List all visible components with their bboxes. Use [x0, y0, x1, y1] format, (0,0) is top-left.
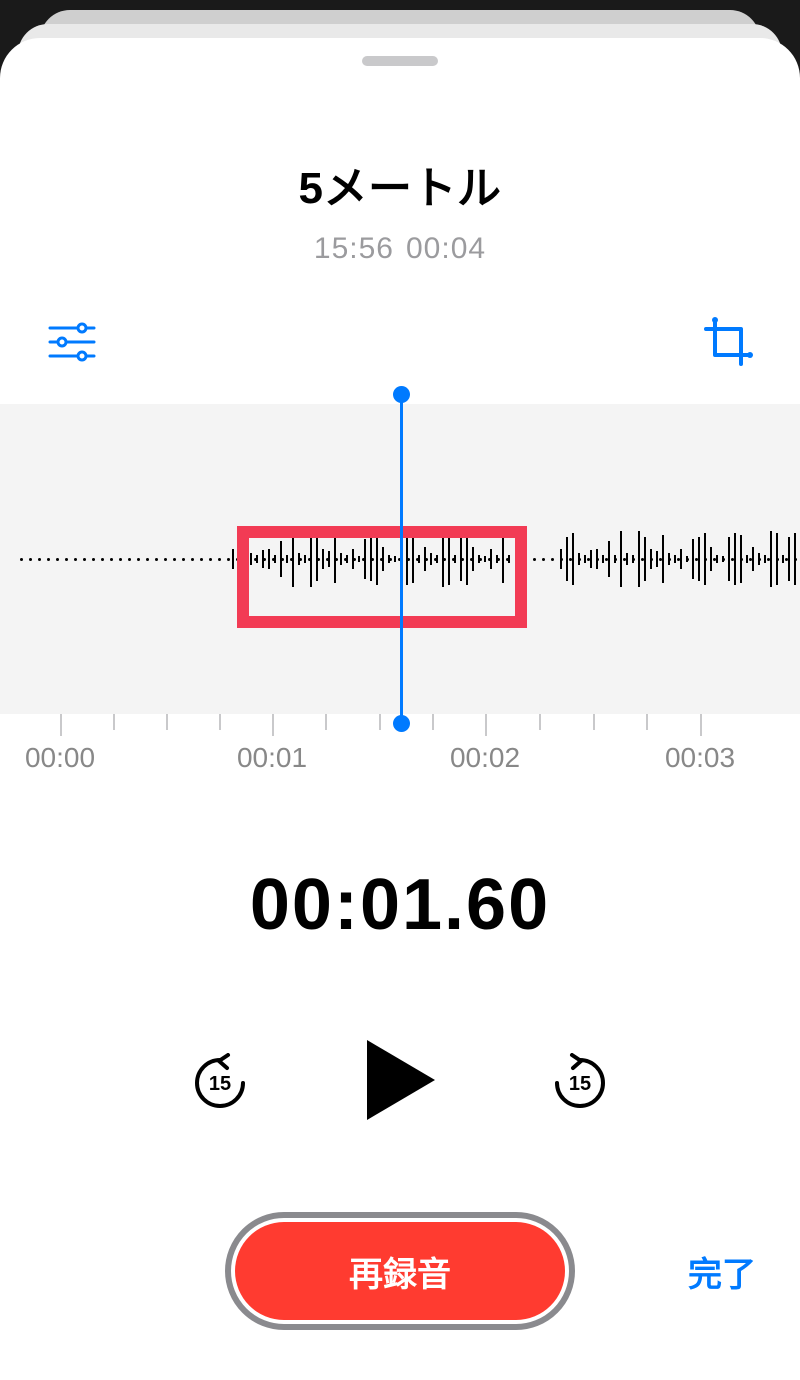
recording-subline: 15:56 00:04: [314, 232, 486, 266]
rerecord-button[interactable]: 再録音: [235, 1222, 565, 1320]
edit-toolbar: [0, 314, 800, 370]
play-button[interactable]: [361, 1036, 439, 1129]
waveform-area[interactable]: [0, 404, 800, 714]
transport-controls: 15 15: [0, 1036, 800, 1129]
settings-sliders-icon[interactable]: [44, 314, 100, 370]
recording-edit-sheet: 5メートル 15:56 00:04: [0, 38, 800, 1380]
playhead[interactable]: [400, 394, 403, 724]
annotation-highlight-box: [237, 526, 527, 628]
trim-crop-icon[interactable]: [700, 314, 756, 370]
ruler-label: 00:03: [665, 742, 735, 774]
skip-forward-label: 15: [569, 1073, 591, 1095]
ruler-label: 00:02: [450, 742, 520, 774]
recording-duration: 00:04: [406, 232, 486, 265]
rerecord-label: 再録音: [349, 1247, 451, 1296]
ruler-label: 00:00: [25, 742, 95, 774]
bottom-bar: 再録音 完了: [0, 1212, 800, 1330]
recording-title[interactable]: 5メートル: [299, 152, 502, 216]
done-label: 完了: [688, 1256, 756, 1294]
rerecord-button-frame: 再録音: [225, 1212, 575, 1330]
skip-back-label: 15: [209, 1073, 231, 1095]
ruler-label: 00:01: [237, 742, 307, 774]
skip-back-15-button[interactable]: 15: [189, 1052, 251, 1114]
recording-timestamp: 15:56: [314, 232, 394, 265]
sheet-grabber[interactable]: [362, 56, 438, 66]
skip-forward-15-button[interactable]: 15: [549, 1052, 611, 1114]
done-button[interactable]: 完了: [688, 1247, 756, 1296]
current-time-display: 00:01.60: [250, 864, 550, 946]
